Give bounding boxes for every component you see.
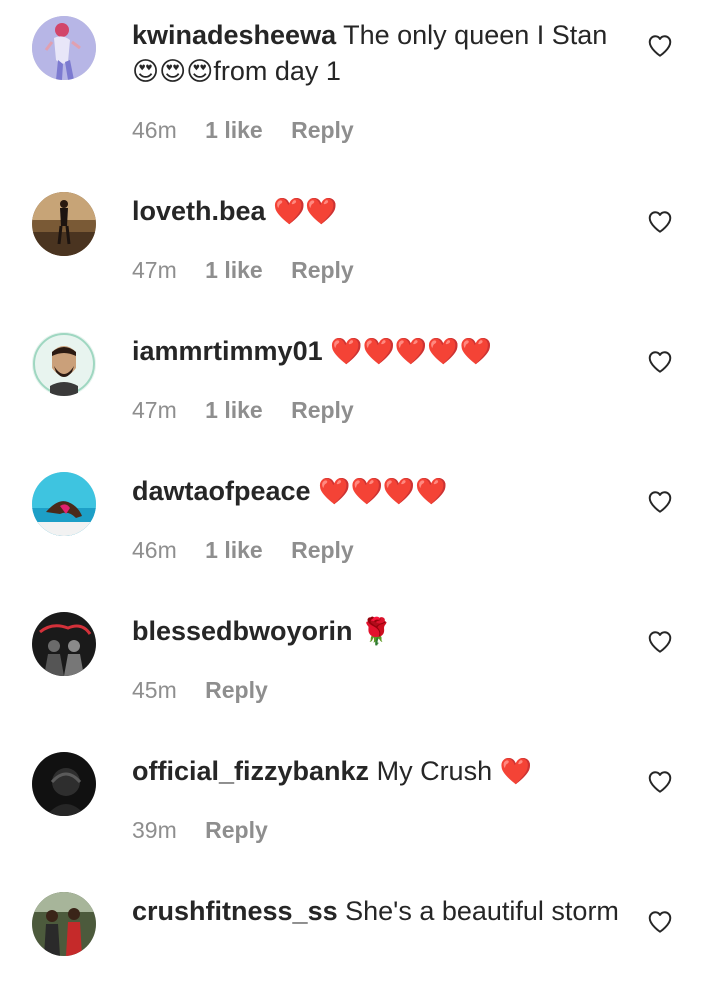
comment-body-continued: from day 1 [213,56,341,86]
avatar-image [32,892,96,956]
comment-text: kwinadesheewa The only queen I Stan 😍😍😍f… [132,17,622,90]
avatar[interactable] [32,752,96,816]
avatar[interactable] [32,16,96,80]
avatar[interactable] [32,892,96,956]
comment-body: My Crush [376,756,493,786]
comment-text: loveth.bea ❤️❤️ [132,193,622,230]
comment-item: loveth.bea ❤️❤️ 47m 1 like Reply [0,192,720,292]
avatar[interactable] [32,472,96,536]
comment-item: official_fizzybankz My Crush ❤️ 39m Repl… [0,752,720,852]
comment-time: 46m [132,537,177,563]
comment-username[interactable]: iammrtimmy01 [132,336,323,366]
comment-meta: 46m 1 like Reply [132,115,376,145]
avatar-image [32,752,96,816]
comment-item: dawtaofpeace ❤️❤️❤️❤️ 46m 1 like Reply [0,472,720,572]
heart-outline-icon[interactable] [647,349,673,375]
comment-text: official_fizzybankz My Crush ❤️ [132,753,622,790]
avatar-image [32,16,96,80]
heart-outline-icon[interactable] [647,489,673,515]
comment-item: iammrtimmy01 ❤️❤️❤️❤️❤️ 47m 1 like Reply [0,332,720,432]
rose-emoji: 🌹 [360,617,393,647]
comment-time: 45m [132,677,177,703]
like-count[interactable]: 1 like [205,397,263,423]
comment-text: iammrtimmy01 ❤️❤️❤️❤️❤️ [132,333,622,370]
comment-username[interactable]: crushfitness_ss [132,896,338,926]
comment-body: She's a beautiful storm [345,896,619,926]
like-count[interactable]: 1 like [205,537,263,563]
heart-emoji: ❤️❤️ [273,197,338,227]
heart-emoji: ❤️❤️❤️❤️ [318,477,448,507]
comment-username[interactable]: loveth.bea [132,196,266,226]
heart-outline-icon[interactable] [647,33,673,59]
avatar-image [32,332,96,396]
avatar[interactable] [32,192,96,256]
comment-time: 47m [132,397,177,423]
comment-item: crushfitness_ss She's a beautiful storm [0,892,720,1002]
avatar[interactable] [32,612,96,676]
comment-meta: 46m 1 like Reply [132,535,376,565]
heart-outline-icon[interactable] [647,909,673,935]
comment-username[interactable]: dawtaofpeace [132,476,311,506]
comment-text: crushfitness_ss She's a beautiful storm [132,893,622,929]
reply-button[interactable]: Reply [291,117,354,143]
avatar-image [32,192,96,256]
heart-outline-icon[interactable] [647,209,673,235]
comment-username[interactable]: blessedbwoyorin [132,616,353,646]
heart-emoji: ❤️ [499,757,532,787]
reply-button[interactable]: Reply [291,537,354,563]
comment-item: blessedbwoyorin 🌹 45m Reply [0,612,720,712]
comment-item: kwinadesheewa The only queen I Stan 😍😍😍f… [0,16,720,156]
heart-outline-icon[interactable] [647,769,673,795]
comment-meta: 39m Reply [132,815,290,845]
comment-username[interactable]: official_fizzybankz [132,756,369,786]
comment-meta: 47m 1 like Reply [132,395,376,425]
comment-text: blessedbwoyorin 🌹 [132,613,622,650]
comment-username[interactable]: kwinadesheewa [132,20,336,50]
heart-eyes-emoji: 😍😍😍 [132,57,214,87]
reply-button[interactable]: Reply [291,257,354,283]
reply-button[interactable]: Reply [205,677,268,703]
comment-meta: 45m Reply [132,675,290,705]
heart-outline-icon[interactable] [647,629,673,655]
reply-button[interactable]: Reply [291,397,354,423]
comment-time: 46m [132,117,177,143]
comment-meta: 47m 1 like Reply [132,255,376,285]
like-count[interactable]: 1 like [205,117,263,143]
comment-time: 39m [132,817,177,843]
avatar[interactable] [32,332,96,396]
comment-body: The only queen I Stan [343,20,608,50]
comment-time: 47m [132,257,177,283]
heart-emoji: ❤️❤️❤️❤️❤️ [330,337,492,367]
avatar-image [32,612,96,676]
like-count[interactable]: 1 like [205,257,263,283]
avatar-image [32,472,96,536]
reply-button[interactable]: Reply [205,817,268,843]
comment-text: dawtaofpeace ❤️❤️❤️❤️ [132,473,622,510]
